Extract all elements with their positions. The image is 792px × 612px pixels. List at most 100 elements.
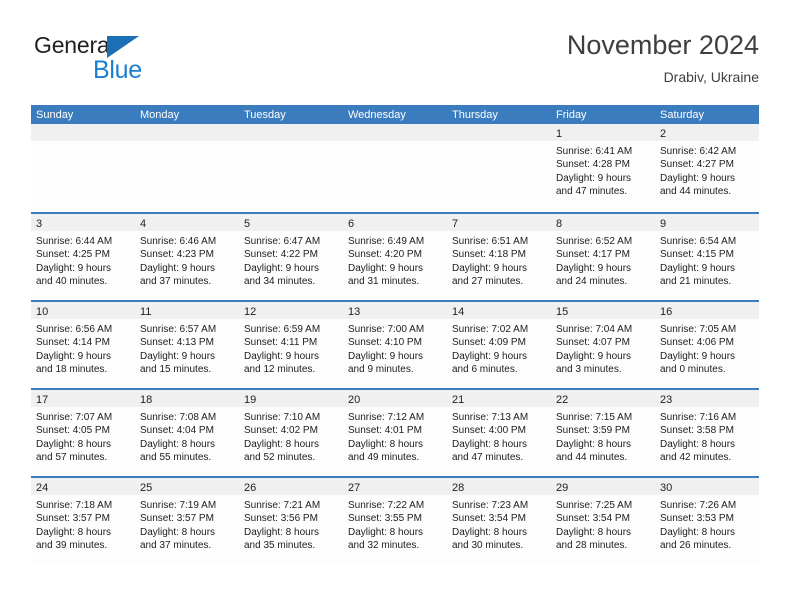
calendar-day-cell[interactable]: 14 Sunrise: 7:02 AM Sunset: 4:09 PM Dayligh… <box>447 302 551 388</box>
day-detail-line: Daylight: 9 hours <box>556 172 632 184</box>
day-number-band: 9 <box>655 214 759 231</box>
brand-name-general: General <box>34 32 115 58</box>
calendar-day-cell[interactable]: 21 Sunrise: 7:13 AM Sunset: 4:00 PM Dayligh… <box>447 390 551 476</box>
day-detail-line: Daylight: 9 hours <box>660 350 736 362</box>
calendar-day-cell[interactable]: 8 Sunrise: 6:52 AM Sunset: 4:17 PM Daylight… <box>551 214 655 300</box>
calendar-day-cell[interactable]: 20 Sunrise: 7:12 AM Sunset: 4:01 PM Dayligh… <box>343 390 447 476</box>
day-detail-line: Daylight: 9 hours <box>36 350 112 362</box>
day-detail-line: Sunrise: 7:18 AM <box>36 500 113 511</box>
day-number-band <box>447 124 551 141</box>
day-number: 10 <box>36 306 49 318</box>
day-number: 11 <box>140 306 152 318</box>
day-detail-line: Sunset: 4:02 PM <box>244 425 318 437</box>
calendar-day-cell[interactable]: 26 Sunrise: 7:21 AM Sunset: 3:56 PM Dayligh… <box>239 478 343 564</box>
day-detail-line: and 0 minutes. <box>660 364 726 376</box>
weekday-header-monday: Monday <box>140 109 180 121</box>
day-cell-body: Sunrise: 7:18 AM Sunset: 3:57 PM Daylight:… <box>31 495 135 553</box>
brand-name-blue: Blue <box>93 56 142 84</box>
calendar-day-cell[interactable]: 29 Sunrise: 7:25 AM Sunset: 3:54 PM Dayligh… <box>551 478 655 564</box>
day-cell-body: Sunrise: 7:02 AM Sunset: 4:09 PM Daylight:… <box>447 319 551 377</box>
day-detail-line: Sunset: 4:28 PM <box>556 159 630 171</box>
day-detail-line: Sunset: 4:25 PM <box>36 249 110 261</box>
day-number: 6 <box>348 218 355 230</box>
day-number-band: 2 <box>655 124 759 141</box>
day-detail-line: Sunrise: 6:59 AM <box>244 324 321 335</box>
brand-logo[interactable]: General Blue <box>31 32 211 88</box>
calendar-day-cell[interactable]: 18 Sunrise: 7:08 AM Sunset: 4:04 PM Dayligh… <box>135 390 239 476</box>
calendar-day-cell[interactable]: 11 Sunrise: 6:57 AM Sunset: 4:13 PM Dayligh… <box>135 302 239 388</box>
day-number-band: 26 <box>239 478 343 495</box>
day-detail-line: Sunset: 4:09 PM <box>452 337 526 349</box>
day-detail-line: and 49 minutes. <box>348 452 420 464</box>
day-detail-line: Daylight: 9 hours <box>244 262 320 274</box>
day-number: 27 <box>348 482 361 494</box>
day-detail-line: and 42 minutes. <box>660 452 732 464</box>
day-detail-line: Daylight: 9 hours <box>660 262 736 274</box>
calendar-week-row: 3 Sunrise: 6:44 AM Sunset: 4:25 PM Daylight… <box>31 212 759 300</box>
day-number-band: 19 <box>239 390 343 407</box>
day-number: 12 <box>244 306 257 318</box>
day-detail-line: and 12 minutes. <box>244 364 316 376</box>
calendar-day-cell[interactable]: 2 Sunrise: 6:42 AM Sunset: 4:27 PM Daylight… <box>655 124 759 212</box>
calendar-day-cell[interactable]: 7 Sunrise: 6:51 AM Sunset: 4:18 PM Daylight… <box>447 214 551 300</box>
day-detail-line: Sunset: 4:01 PM <box>348 425 422 437</box>
calendar-day-cell[interactable]: 3 Sunrise: 6:44 AM Sunset: 4:25 PM Daylight… <box>31 214 135 300</box>
day-cell-body: Sunrise: 6:57 AM Sunset: 4:13 PM Daylight:… <box>135 319 239 377</box>
day-detail-line: Sunset: 4:05 PM <box>36 425 110 437</box>
day-cell-body: Sunrise: 6:46 AM Sunset: 4:23 PM Daylight:… <box>135 231 239 289</box>
day-detail-line: Sunrise: 6:54 AM <box>660 236 737 247</box>
calendar-day-cell[interactable]: 13 Sunrise: 7:00 AM Sunset: 4:10 PM Dayligh… <box>343 302 447 388</box>
calendar-day-cell[interactable]: 25 Sunrise: 7:19 AM Sunset: 3:57 PM Dayligh… <box>135 478 239 564</box>
calendar-day-cell[interactable]: 1 Sunrise: 6:41 AM Sunset: 4:28 PM Daylight… <box>551 124 655 212</box>
day-number: 4 <box>140 218 147 230</box>
calendar-weeks: 1 Sunrise: 6:41 AM Sunset: 4:28 PM Daylight… <box>31 124 759 564</box>
calendar-day-cell[interactable]: 23 Sunrise: 7:16 AM Sunset: 3:58 PM Dayligh… <box>655 390 759 476</box>
calendar-week-row: 24 Sunrise: 7:18 AM Sunset: 3:57 PM Dayligh… <box>31 476 759 564</box>
day-detail-line: Sunrise: 7:15 AM <box>556 412 633 423</box>
day-detail-line: Daylight: 9 hours <box>348 262 424 274</box>
weekday-header-friday: Friday <box>556 109 587 121</box>
calendar-day-cell[interactable]: 9 Sunrise: 6:54 AM Sunset: 4:15 PM Daylight… <box>655 214 759 300</box>
calendar-day-cell[interactable]: 4 Sunrise: 6:46 AM Sunset: 4:23 PM Daylight… <box>135 214 239 300</box>
calendar-day-cell[interactable]: 16 Sunrise: 7:05 AM Sunset: 4:06 PM Dayligh… <box>655 302 759 388</box>
day-detail-line: and 21 minutes. <box>660 276 732 288</box>
day-detail-line: and 9 minutes. <box>348 364 414 376</box>
day-cell-body: Sunrise: 7:08 AM Sunset: 4:04 PM Daylight:… <box>135 407 239 465</box>
calendar-day-cell[interactable]: 10 Sunrise: 6:56 AM Sunset: 4:14 PM Dayligh… <box>31 302 135 388</box>
calendar-day-cell[interactable]: 6 Sunrise: 6:49 AM Sunset: 4:20 PM Daylight… <box>343 214 447 300</box>
day-number: 24 <box>36 482 49 494</box>
day-number-band <box>31 124 135 141</box>
calendar-day-cell[interactable]: 22 Sunrise: 7:15 AM Sunset: 3:59 PM Dayligh… <box>551 390 655 476</box>
day-detail-line: Sunset: 4:23 PM <box>140 249 214 261</box>
calendar-day-cell[interactable]: 12 Sunrise: 6:59 AM Sunset: 4:11 PM Dayligh… <box>239 302 343 388</box>
day-cell-body: Sunrise: 7:25 AM Sunset: 3:54 PM Daylight:… <box>551 495 655 553</box>
calendar-day-cell[interactable]: 17 Sunrise: 7:07 AM Sunset: 4:05 PM Dayligh… <box>31 390 135 476</box>
day-detail-line: and 40 minutes. <box>36 276 108 288</box>
day-number-band: 8 <box>551 214 655 231</box>
day-number-band: 4 <box>135 214 239 231</box>
day-detail-line: Daylight: 9 hours <box>140 262 216 274</box>
day-detail-line: Sunrise: 7:02 AM <box>452 324 529 335</box>
day-cell-body: Sunrise: 6:59 AM Sunset: 4:11 PM Daylight:… <box>239 319 343 377</box>
day-number-band: 22 <box>551 390 655 407</box>
calendar-day-cell[interactable]: 24 Sunrise: 7:18 AM Sunset: 3:57 PM Dayligh… <box>31 478 135 564</box>
calendar-day-cell[interactable]: 30 Sunrise: 7:26 AM Sunset: 3:53 PM Dayligh… <box>655 478 759 564</box>
day-detail-line: Daylight: 8 hours <box>244 526 320 538</box>
day-cell-body: Sunrise: 7:12 AM Sunset: 4:01 PM Daylight:… <box>343 407 447 465</box>
day-number-band: 10 <box>31 302 135 319</box>
calendar-day-cell[interactable]: 28 Sunrise: 7:23 AM Sunset: 3:54 PM Dayligh… <box>447 478 551 564</box>
day-detail-line: and 44 minutes. <box>660 186 732 198</box>
calendar-day-cell[interactable]: 19 Sunrise: 7:10 AM Sunset: 4:02 PM Dayligh… <box>239 390 343 476</box>
calendar-day-cell[interactable]: 5 Sunrise: 6:47 AM Sunset: 4:22 PM Daylight… <box>239 214 343 300</box>
day-detail-line: Sunset: 4:06 PM <box>660 337 734 349</box>
calendar-day-cell[interactable]: 27 Sunrise: 7:22 AM Sunset: 3:55 PM Dayligh… <box>343 478 447 564</box>
day-detail-line: Daylight: 8 hours <box>244 438 320 450</box>
day-cell-body: Sunrise: 7:23 AM Sunset: 3:54 PM Daylight:… <box>447 495 551 553</box>
weekday-header-wednesday: Wednesday <box>348 109 406 121</box>
calendar-day-cell-empty <box>135 124 239 212</box>
day-detail-line: and 28 minutes. <box>556 540 628 552</box>
day-detail-line: and 35 minutes. <box>244 540 316 552</box>
day-number-band: 17 <box>31 390 135 407</box>
calendar-day-cell[interactable]: 15 Sunrise: 7:04 AM Sunset: 4:07 PM Dayligh… <box>551 302 655 388</box>
day-cell-body <box>135 141 239 145</box>
